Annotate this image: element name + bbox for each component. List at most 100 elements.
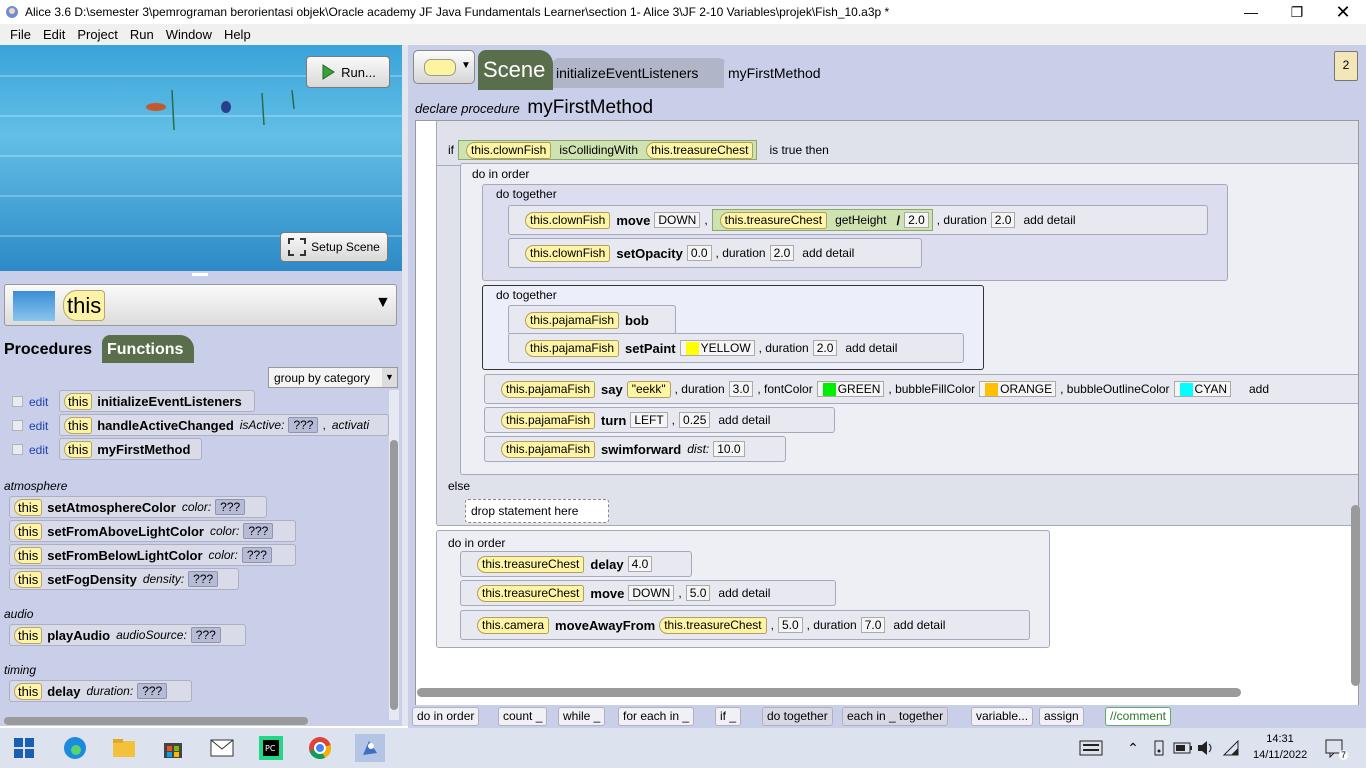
treasurechest-pill[interactable]: this.treasureChest	[659, 616, 767, 634]
palette-assign[interactable]: assign	[1039, 707, 1084, 726]
method-checkbox[interactable]	[12, 396, 23, 407]
clownfish-pill[interactable]: this.clownFish	[525, 211, 611, 229]
mail-icon[interactable]	[208, 734, 236, 762]
number-value[interactable]: 10.0	[713, 441, 745, 457]
param-value[interactable]: ???	[215, 499, 246, 515]
procedure-delay[interactable]: this delay duration: ???	[9, 680, 192, 702]
statement-turn[interactable]: this.pajamaFish turn LEFT , 0.25 add det…	[484, 407, 835, 433]
procedure-setFromBelowLightColor[interactable]: this setFromBelowLightColor color: ???	[9, 544, 296, 566]
direction-value[interactable]: DOWN	[628, 585, 675, 601]
type-selector-button[interactable]: ▼	[413, 50, 475, 84]
editor-hscrollbar[interactable]	[417, 688, 1241, 697]
number-value[interactable]: 2.0	[904, 212, 929, 228]
device-icon[interactable]	[1148, 734, 1170, 762]
statement-setOpacity[interactable]: this.clownFish setOpacity 0.0 , duration…	[508, 238, 922, 268]
number-value[interactable]: 2.0	[990, 212, 1016, 228]
procedures-hscrollbar[interactable]	[4, 717, 308, 725]
menu-window[interactable]: Window	[166, 27, 212, 42]
palette-comment[interactable]: //comment	[1105, 707, 1172, 726]
method-initializeEventListeners[interactable]: this initializeEventListeners	[59, 390, 255, 412]
pajamafish-pill[interactable]: this.pajamaFish	[501, 411, 596, 429]
palette-variable[interactable]: variable...	[971, 707, 1034, 726]
clownfish-pill[interactable]: this.clownFish	[525, 244, 611, 262]
statement-setPaint[interactable]: this.pajamaFish setPaint YELLOW , durati…	[508, 333, 964, 363]
editor-vscrollbar[interactable]	[1351, 505, 1360, 686]
procedure-setFogDensity[interactable]: this setFogDensity density: ???	[9, 568, 239, 590]
windows-start-icon[interactable]	[10, 734, 38, 762]
volume-icon[interactable]	[1195, 734, 1217, 762]
menu-run[interactable]: Run	[130, 27, 154, 42]
maximize-icon[interactable]: ❐	[1274, 0, 1320, 24]
condition-expression[interactable]: this.clownFish isCollidingWith this.trea…	[458, 140, 758, 160]
clownfish-pill[interactable]: this.clownFish	[466, 141, 552, 159]
add-detail-button[interactable]: add detail	[718, 413, 770, 427]
palette-count[interactable]: count _	[498, 707, 548, 726]
tab-initializeEventListeners[interactable]: initializeEventListeners	[553, 58, 731, 88]
method-checkbox[interactable]	[12, 444, 23, 455]
direction-value[interactable]: DOWN	[654, 212, 701, 228]
minimize-icon[interactable]: —	[1228, 0, 1274, 24]
color-value[interactable]: ORANGE	[1000, 382, 1052, 396]
close-icon[interactable]: ✕	[1320, 0, 1366, 24]
run-button[interactable]: Run...	[306, 56, 390, 88]
method-myFirstMethod[interactable]: this myFirstMethod	[59, 438, 202, 460]
menu-edit[interactable]: Edit	[43, 27, 65, 42]
number-value[interactable]: 5.0	[685, 585, 711, 601]
object-selector[interactable]: this ▼	[4, 284, 397, 326]
add-detail-button[interactable]: add detail	[893, 618, 945, 632]
chrome-icon[interactable]	[306, 734, 334, 762]
palette-if[interactable]: if _	[715, 707, 742, 726]
treasurechest-pill[interactable]: this.treasureChest	[477, 555, 585, 573]
procedure-setFromAboveLightColor[interactable]: this setFromAboveLightColor color: ???	[9, 520, 296, 542]
tab-functions[interactable]: Functions	[102, 335, 194, 363]
procedures-scrollbar[interactable]	[389, 390, 399, 720]
pycharm-icon[interactable]: PC	[257, 734, 285, 762]
add-detail-button[interactable]: add	[1249, 382, 1269, 396]
palette-do-in-order[interactable]: do in order	[412, 707, 480, 726]
color-value[interactable]: YELLOW	[701, 341, 751, 355]
text-value[interactable]: "eekk"	[626, 380, 671, 398]
drop-target[interactable]: drop statement here	[465, 499, 609, 523]
store-icon[interactable]	[159, 734, 187, 762]
file-explorer-icon[interactable]	[110, 734, 138, 762]
statement-move-chest[interactable]: this.treasureChest move DOWN , 5.0 add d…	[460, 580, 836, 606]
statement-say[interactable]: this.pajamaFish say "eekk" , duration 3.…	[484, 374, 1358, 404]
statement-bob[interactable]: this.pajamaFish bob	[508, 305, 676, 335]
palette-each-together[interactable]: each in _ together	[842, 707, 949, 726]
treasurechest-pill[interactable]: this.treasureChest	[477, 584, 585, 602]
add-detail-button[interactable]: add detail	[802, 246, 854, 260]
number-value[interactable]: 2.0	[769, 245, 795, 261]
procedure-setAtmosphereColor[interactable]: this setAtmosphereColor color: ???	[9, 496, 267, 518]
tab-procedures[interactable]: Procedures	[0, 335, 102, 363]
method-checkbox[interactable]	[12, 420, 23, 431]
setup-scene-button[interactable]: Setup Scene	[280, 232, 388, 262]
color-value[interactable]: CYAN	[1195, 382, 1227, 396]
menu-project[interactable]: Project	[77, 27, 117, 42]
edit-link[interactable]: edit	[29, 395, 48, 409]
param-value[interactable]: ???	[243, 523, 274, 539]
tab-myFirstMethod[interactable]: myFirstMethod	[724, 58, 830, 88]
param-value[interactable]: ???	[188, 571, 219, 587]
color-value[interactable]: GREEN	[838, 382, 881, 396]
tab-scene[interactable]: Scene	[478, 50, 553, 90]
statement-delay[interactable]: this.treasureChest delay 4.0	[460, 551, 692, 577]
direction-value[interactable]: LEFT	[630, 412, 668, 428]
param-value[interactable]: ???	[288, 417, 319, 433]
treasurechest-pill[interactable]: this.treasureChest	[719, 211, 828, 229]
statement-swimforward[interactable]: this.pajamaFish swimforward dist: 10.0	[484, 436, 786, 462]
add-detail-button[interactable]: add detail	[718, 586, 770, 600]
pajamafish-pill[interactable]: this.pajamaFish	[501, 440, 596, 458]
group-by-select[interactable]: group by category ▼	[268, 367, 398, 388]
menu-help[interactable]: Help	[224, 27, 251, 42]
battery-icon[interactable]	[1172, 734, 1194, 762]
add-detail-button[interactable]: add detail	[1023, 213, 1075, 227]
chevron-down-icon[interactable]: ▼	[375, 294, 391, 312]
edge-browser-icon[interactable]	[61, 734, 89, 762]
procedure-playAudio[interactable]: this playAudio audioSource: ???	[9, 624, 246, 646]
number-value[interactable]: 2.0	[812, 340, 838, 356]
menu-file[interactable]: File	[10, 27, 31, 42]
notification-icon[interactable]: 7	[1322, 734, 1350, 762]
number-value[interactable]: 4.0	[627, 556, 653, 572]
palette-for-each[interactable]: for each in _	[618, 707, 695, 726]
param-value[interactable]: ???	[137, 683, 168, 699]
